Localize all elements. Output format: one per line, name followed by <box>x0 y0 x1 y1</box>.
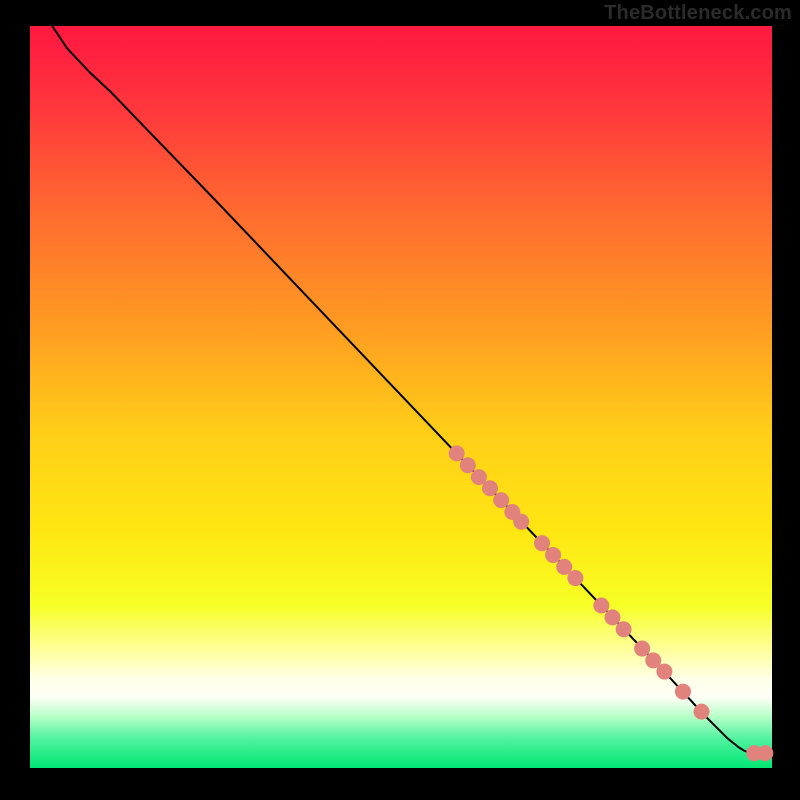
data-marker <box>616 621 632 637</box>
data-marker <box>675 684 691 700</box>
data-marker <box>604 609 620 625</box>
bottleneck-chart <box>0 0 800 800</box>
data-marker <box>482 480 498 496</box>
data-marker <box>694 704 710 720</box>
data-marker <box>593 598 609 614</box>
plot-background <box>30 26 772 768</box>
data-marker <box>534 535 550 551</box>
chart-container: TheBottleneck.com <box>0 0 800 800</box>
data-marker <box>460 457 476 473</box>
attribution-label: TheBottleneck.com <box>604 2 792 25</box>
data-marker <box>757 745 773 761</box>
data-marker <box>634 641 650 657</box>
data-marker <box>656 664 672 680</box>
data-marker <box>449 445 465 461</box>
data-marker <box>513 514 529 530</box>
data-marker <box>545 547 561 563</box>
data-marker <box>493 492 509 508</box>
data-marker <box>567 570 583 586</box>
